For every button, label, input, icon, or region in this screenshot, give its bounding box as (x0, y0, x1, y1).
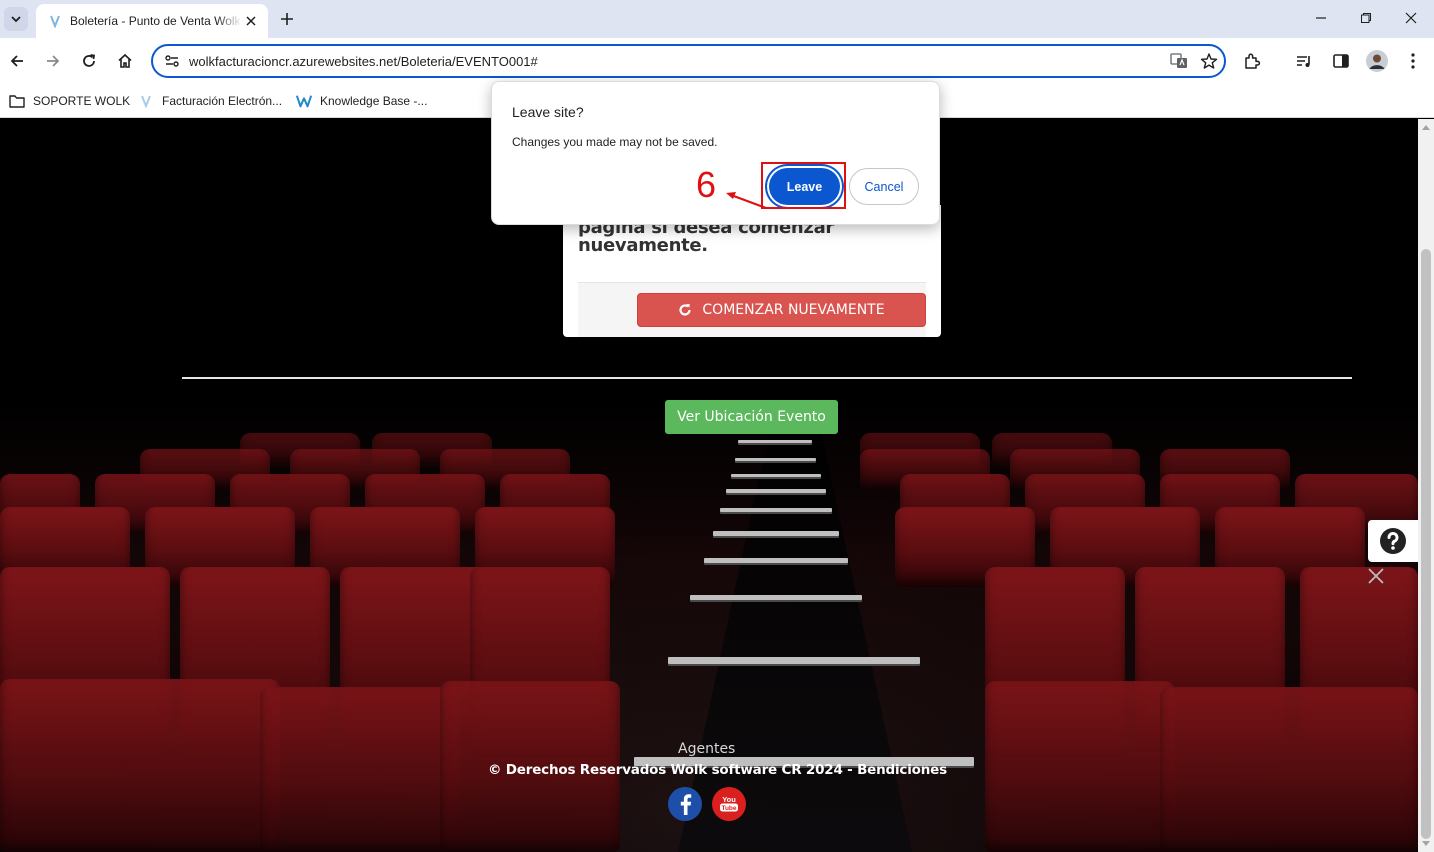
youtube-icon[interactable]: You Tube (712, 787, 746, 821)
tab-title: Boletería - Punto de Venta Wolk (70, 14, 241, 28)
svg-text:You: You (722, 795, 736, 804)
restart-button[interactable]: COMENZAR NUEVAMENTE (637, 293, 926, 327)
highlight-box (761, 162, 846, 209)
bookmark-knowledge-base[interactable]: Knowledge Base -... (296, 90, 427, 112)
reload-icon (83, 54, 96, 67)
tab-strip: Boletería - Punto de Venta Wolk (0, 0, 1434, 38)
dialog-title: Leave site? (512, 104, 584, 120)
bookmark-label: Facturación Electrón... (162, 94, 283, 108)
restart-button-label: COMENZAR NUEVAMENTE (702, 302, 885, 318)
refresh-icon (679, 304, 692, 316)
cancel-button[interactable]: Cancel (849, 168, 919, 205)
reload-button[interactable] (75, 47, 103, 75)
minimize-icon (1316, 17, 1326, 19)
favicon-icon (48, 14, 62, 28)
wolk-logo-icon (296, 93, 312, 109)
help-button[interactable] (1368, 520, 1418, 562)
browser-menu-icon[interactable] (1399, 47, 1427, 75)
pointer-arrow-icon (726, 192, 767, 210)
copyright-text: © Derechos Reservados Wolk software CR 2… (488, 762, 947, 778)
new-tab-button[interactable] (276, 8, 298, 30)
theater-seats-image (0, 419, 1418, 852)
minimize-button[interactable] (1298, 0, 1344, 36)
plus-icon (281, 13, 293, 25)
home-button[interactable] (111, 47, 139, 75)
folder-icon (9, 93, 25, 109)
site-info-icon[interactable] (163, 52, 181, 70)
dialog-message: Changes you made may not be saved. (512, 135, 718, 149)
arrow-right-icon (47, 55, 60, 67)
card-footer: COMENZAR NUEVAMENTE (578, 283, 926, 337)
arrow-left-icon (10, 55, 23, 67)
restore-button[interactable] (1343, 0, 1389, 36)
close-window-button[interactable] (1388, 0, 1434, 36)
profile-avatar[interactable] (1363, 47, 1391, 75)
question-circle-icon (1380, 528, 1406, 554)
tab-search-button[interactable] (4, 7, 28, 31)
bookmark-facturacion[interactable]: Facturación Electrón... (138, 90, 282, 112)
bookmark-label: SOPORTE WOLK (33, 94, 131, 108)
facebook-icon[interactable] (668, 787, 702, 821)
close-icon (1405, 12, 1417, 24)
scroll-down-arrow-icon[interactable] (1422, 841, 1430, 846)
section-divider (182, 377, 1352, 379)
url-text[interactable]: wolkfacturacioncr.azurewebsites.net/Bole… (189, 54, 1164, 69)
side-panel-icon[interactable] (1327, 47, 1355, 75)
close-tab-icon[interactable] (242, 12, 260, 30)
svg-text:Tube: Tube (721, 805, 736, 812)
step-number-annotation: 6 (696, 164, 717, 205)
bookmark-label: Knowledge Base -... (320, 94, 428, 108)
media-control-icon[interactable] (1290, 47, 1318, 75)
back-button[interactable] (3, 47, 31, 75)
scrollbar-thumb[interactable] (1421, 249, 1431, 839)
restore-icon (1361, 13, 1371, 23)
forward-button[interactable] (39, 47, 67, 75)
scroll-up-arrow-icon[interactable] (1422, 125, 1430, 130)
page-icon (138, 93, 154, 109)
address-bar[interactable]: wolkfacturacioncr.azurewebsites.net/Bole… (151, 44, 1226, 78)
event-location-button[interactable]: Ver Ubicación Evento (665, 400, 838, 434)
home-icon (118, 53, 132, 68)
bookmark-soporte-wolk[interactable]: SOPORTE WOLK (9, 90, 130, 112)
close-help-icon[interactable] (1366, 566, 1386, 586)
bookmark-star-icon[interactable] (1194, 47, 1224, 75)
browser-toolbar: wolkfacturacioncr.azurewebsites.net/Bole… (0, 38, 1434, 84)
chevron-down-icon (11, 16, 21, 23)
tab-boleteria[interactable]: Boletería - Punto de Venta Wolk (36, 4, 268, 38)
translate-icon[interactable] (1164, 47, 1194, 75)
extensions-icon[interactable] (1238, 47, 1266, 75)
agents-link[interactable]: Agentes (678, 741, 735, 757)
page-scrollbar[interactable] (1418, 119, 1434, 852)
